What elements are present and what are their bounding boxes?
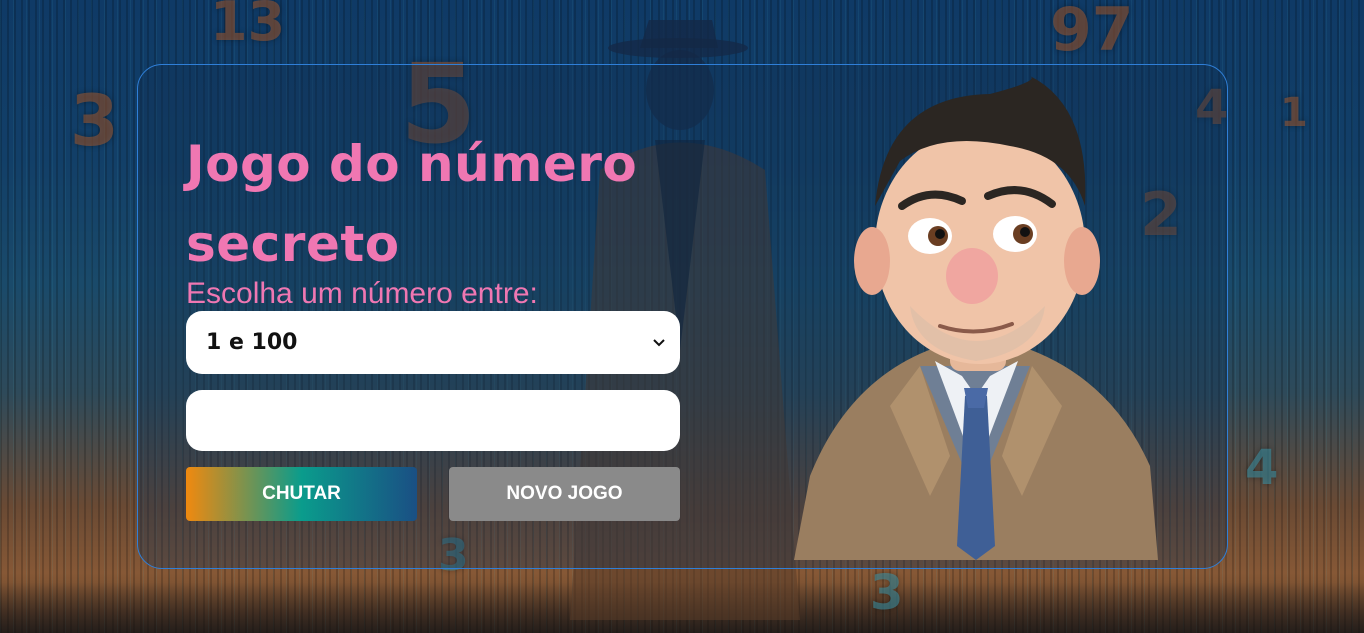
background-digit: 4 <box>1245 440 1279 496</box>
range-select-value: 1 e 100 <box>206 330 298 355</box>
background-digit: 13 <box>210 0 286 53</box>
range-select[interactable]: 1 e 100 <box>186 311 680 374</box>
page-title: Jogo do número secreto <box>186 135 638 273</box>
guess-input[interactable] <box>186 390 680 451</box>
guess-button[interactable]: CHUTAR <box>186 467 417 521</box>
chevron-down-icon <box>652 336 666 350</box>
background-digit: 97 <box>1050 0 1134 65</box>
range-prompt-label: Escolha um número entre: <box>186 277 538 310</box>
detective-character-illustration <box>794 76 1158 560</box>
background-digit: 3 <box>70 80 119 162</box>
background-digit: 3 <box>870 565 904 621</box>
new-game-button[interactable]: NOVO JOGO <box>449 467 680 521</box>
background-digit: 1 <box>1280 90 1308 136</box>
